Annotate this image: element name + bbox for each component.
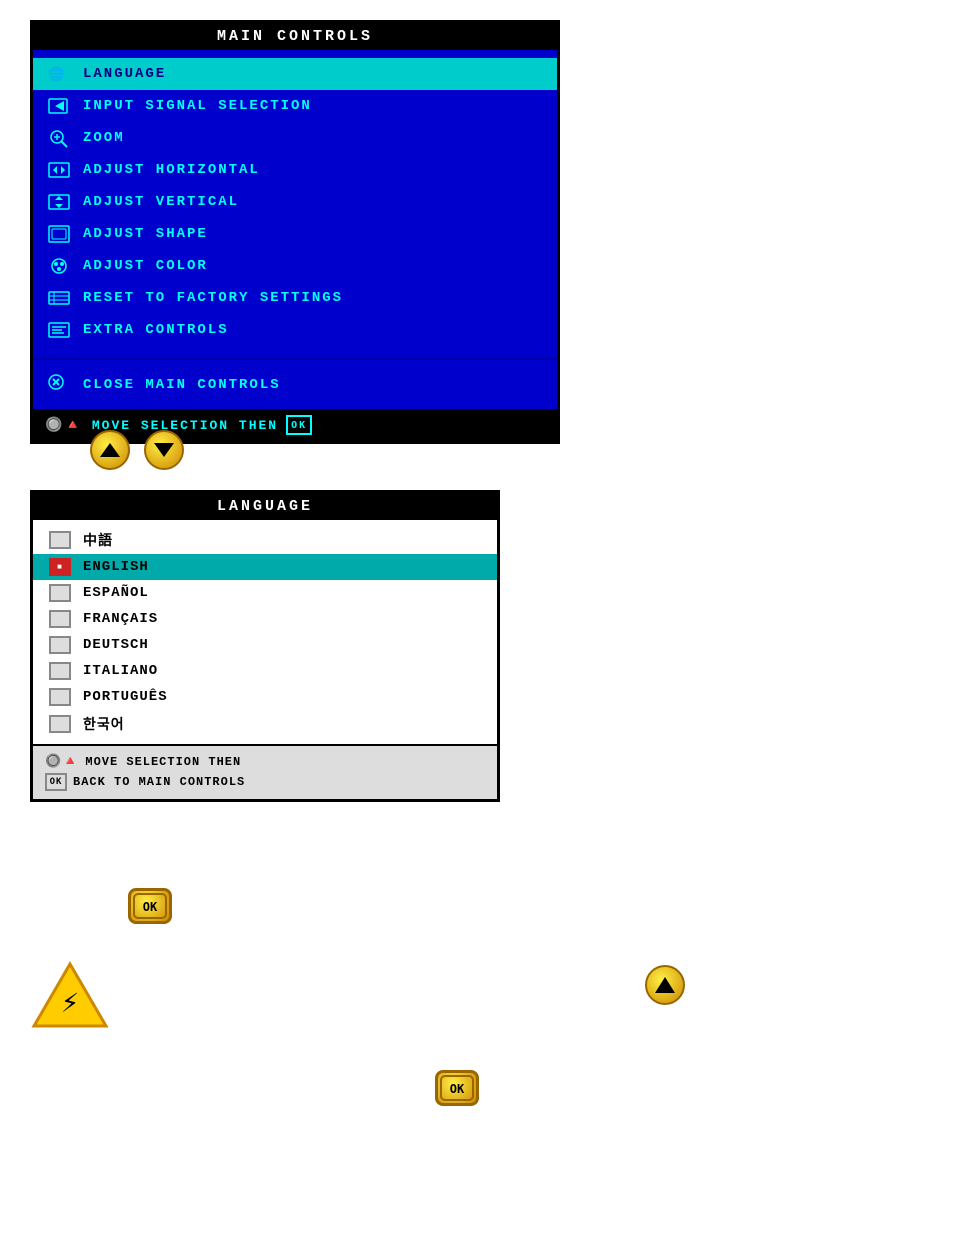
ok-button-large[interactable]: OK: [128, 888, 172, 924]
ok-button-bottom[interactable]: OK: [435, 1070, 479, 1106]
lang-label-spanish: ESPAÑOL: [83, 585, 149, 601]
menu-item-vertical[interactable]: ADJUST VERTICAL: [33, 186, 557, 218]
lang-item-portuguese[interactable]: PORTUGUÊS: [33, 684, 497, 710]
close-icon: [45, 372, 73, 397]
menu-label-input: INPUT SIGNAL SELECTION: [83, 98, 312, 114]
menu-label-zoom: ZOOM: [83, 130, 125, 146]
main-controls-panel: MAIN CONTROLS 🌐 LANGUAGE INPUT SIGNAL SE…: [30, 20, 560, 444]
language-panel: LANGUAGE 中語 ■ ENGLISH ESPAÑOL FRANÇAIS D…: [30, 490, 500, 802]
menu-item-extra[interactable]: EXTRA CONTROLS: [33, 314, 557, 346]
menu-label-horizontal: ADJUST HORIZONTAL: [83, 162, 260, 178]
main-menu-list: 🌐 LANGUAGE INPUT SIGNAL SELECTION: [33, 50, 557, 354]
up-arrow-bottom-button[interactable]: [645, 965, 685, 1005]
portuguese-icon: [49, 688, 71, 706]
menu-label-language: LANGUAGE: [83, 66, 166, 82]
lang-ok-icon: OK: [45, 773, 67, 791]
down-arrow-button[interactable]: [144, 430, 184, 470]
language-panel-title: LANGUAGE: [33, 493, 497, 520]
svg-text:🌐: 🌐: [48, 66, 66, 82]
lang-label-italian: ITALIANO: [83, 663, 158, 679]
lang-label-portuguese: PORTUGUÊS: [83, 689, 168, 705]
lang-item-german[interactable]: DEUTSCH: [33, 632, 497, 658]
menu-label-color: ADJUST COLOR: [83, 258, 208, 274]
svg-text:OK: OK: [143, 900, 158, 914]
lang-item-korean[interactable]: 한국어: [33, 710, 497, 738]
svg-text:⚡: ⚡: [61, 988, 79, 1022]
horizontal-icon: [45, 159, 73, 181]
menu-label-vertical: ADJUST VERTICAL: [83, 194, 239, 210]
lang-label-german: DEUTSCH: [83, 637, 149, 653]
ok-badge-main: OK: [286, 415, 312, 435]
menu-label-reset: RESET TO FACTORY SETTINGS: [83, 290, 343, 306]
lang-instructions: 🔘🔺 MOVE SELECTION THEN OK BACK TO MAIN C…: [33, 744, 497, 799]
close-main-controls[interactable]: CLOSE MAIN CONTROLS: [33, 364, 557, 405]
lang-item-english[interactable]: ■ ENGLISH: [33, 554, 497, 580]
menu-label-extra: EXTRA CONTROLS: [83, 322, 229, 338]
language-list: 中語 ■ ENGLISH ESPAÑOL FRANÇAIS DEUTSCH IT…: [33, 520, 497, 744]
lang-move-icons: 🔘🔺: [45, 754, 79, 769]
menu-item-shape[interactable]: ADJUST SHAPE: [33, 218, 557, 250]
lang-item-french[interactable]: FRANÇAIS: [33, 606, 497, 632]
menu-item-color[interactable]: ADJUST COLOR: [33, 250, 557, 282]
lang-item-italian[interactable]: ITALIANO: [33, 658, 497, 684]
spanish-icon: [49, 584, 71, 602]
nav-arrows-section: [90, 430, 184, 470]
shape-icon: [45, 223, 73, 245]
french-icon: [49, 610, 71, 628]
warning-triangle-icon: ⚡: [30, 960, 110, 1030]
menu-item-zoom[interactable]: ZOOM: [33, 122, 557, 154]
german-icon: [49, 636, 71, 654]
close-label: CLOSE MAIN CONTROLS: [83, 377, 281, 393]
lang-label-korean: 한국어: [83, 714, 125, 734]
reset-icon: [45, 287, 73, 309]
chinese-icon: [49, 531, 71, 549]
lang-item-chinese[interactable]: 中語: [33, 526, 497, 554]
vertical-icon: [45, 191, 73, 213]
lang-label-french: FRANÇAIS: [83, 611, 158, 627]
menu-item-language[interactable]: 🌐 LANGUAGE: [33, 58, 557, 90]
zoom-icon: [45, 127, 73, 149]
menu-item-input-signal[interactable]: INPUT SIGNAL SELECTION: [33, 90, 557, 122]
svg-text:OK: OK: [450, 1082, 465, 1096]
language-icon: 🌐: [45, 63, 73, 85]
menu-label-shape: ADJUST SHAPE: [83, 226, 208, 242]
korean-icon: [49, 715, 71, 733]
lang-instruction-2: BACK TO MAIN CONTROLS: [73, 775, 245, 789]
main-controls-title: MAIN CONTROLS: [33, 23, 557, 50]
menu-item-reset[interactable]: RESET TO FACTORY SETTINGS: [33, 282, 557, 314]
lang-instruction-1: MOVE SELECTION THEN: [85, 755, 241, 769]
input-signal-icon: [45, 95, 73, 117]
italian-icon: [49, 662, 71, 680]
lang-item-spanish[interactable]: ESPAÑOL: [33, 580, 497, 606]
english-icon: ■: [49, 558, 71, 576]
color-adjust-icon: [45, 255, 73, 277]
lang-label-chinese: 中語: [83, 530, 113, 550]
menu-item-horizontal[interactable]: ADJUST HORIZONTAL: [33, 154, 557, 186]
up-arrow-button[interactable]: [90, 430, 130, 470]
lang-label-english: ENGLISH: [83, 559, 149, 575]
move-icon-pair: 🔘🔺: [45, 417, 84, 434]
extra-icon: [45, 319, 73, 341]
